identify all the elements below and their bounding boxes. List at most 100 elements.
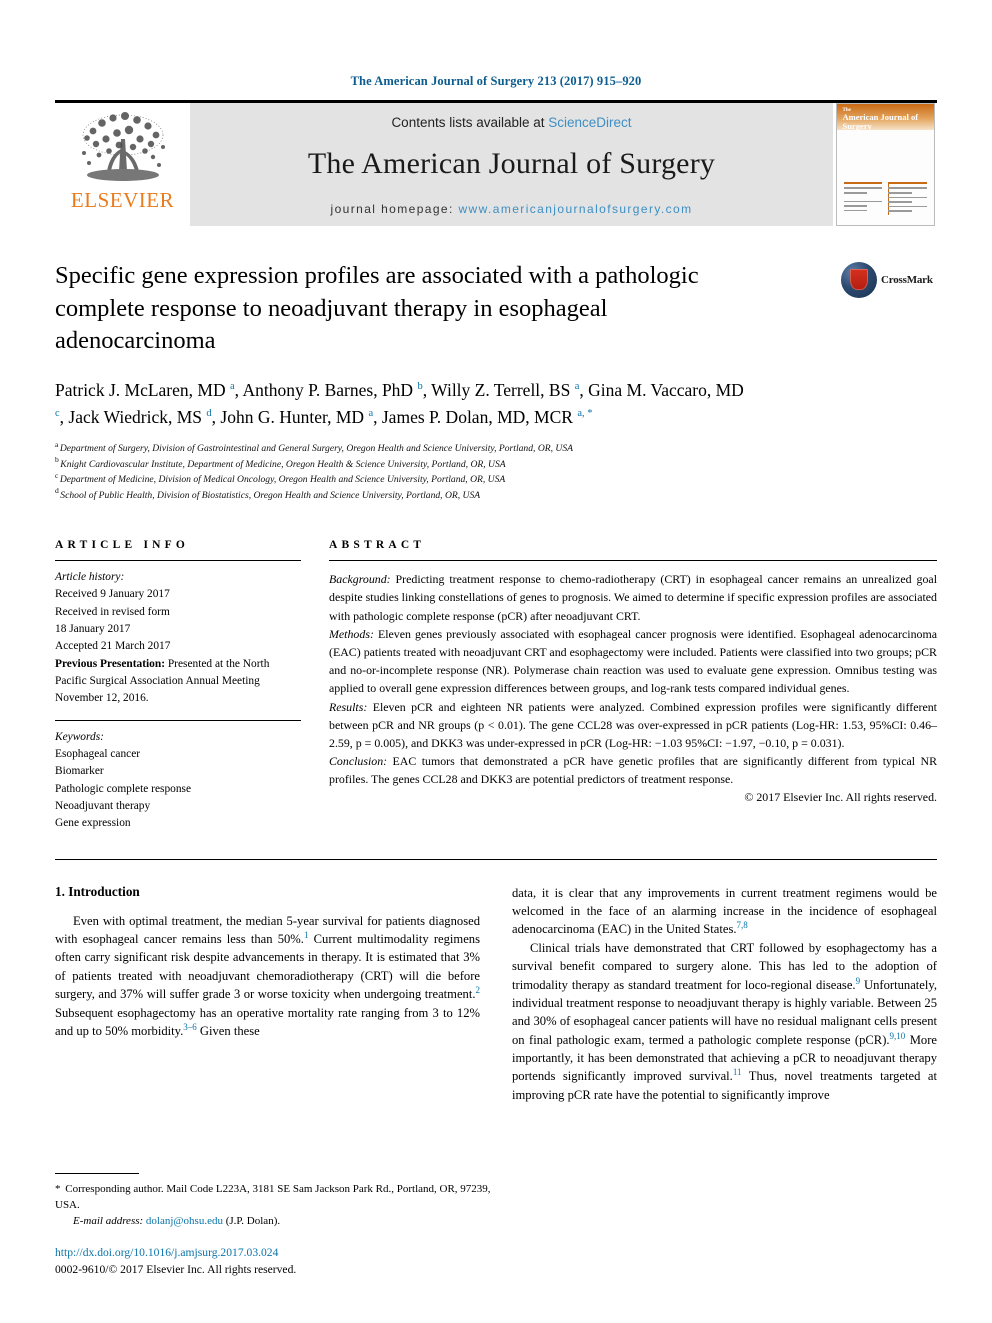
doi-block: http://dx.doi.org/10.1016/j.amjsurg.2017… — [55, 1245, 507, 1279]
keyword-item: Pathologic complete response — [55, 782, 192, 795]
affiliation-mark: a — [55, 439, 59, 449]
cover-left-lines — [843, 182, 882, 215]
corresponding-author-text: Corresponding author. Mail Code L223A, 3… — [55, 1183, 491, 1212]
keywords-lines: Esophageal cancer Biomarker Pathologic com… — [55, 746, 301, 833]
author-list: Patrick J. McLaren, MD a, Anthony P. Bar… — [55, 377, 755, 431]
affiliation-text: Department of Surgery, Division of Gastr… — [59, 442, 573, 454]
previous-presentation: Previous Presentation: Presented at the … — [55, 656, 301, 708]
affiliation-text: Knight Cardiovascular Institute, Departm… — [60, 458, 506, 470]
intro-paragraph-right-1: data, it is clear that any improvements … — [512, 884, 937, 939]
info-abstract-section: ARTICLE INFO Article history: Received 9… — [55, 539, 937, 833]
author-separator: , — [579, 379, 589, 400]
contents-prefix: Contents lists available at — [391, 115, 549, 130]
journal-cover-cell: The American Journal of Surgery — [833, 103, 937, 226]
issn-copyright-line: 0002-9610/© 2017 Elsevier Inc. All right… — [55, 1263, 297, 1277]
crossmark-badge[interactable]: CrossMark — [841, 260, 937, 298]
abstract-body: Background: Predicting treatment respons… — [329, 570, 937, 788]
body-separator-rule — [55, 858, 937, 860]
email-link[interactable]: dolanj@ohsu.edu — [146, 1215, 223, 1227]
article-history-line: 18 January 2017 — [55, 623, 131, 636]
keywords-rule — [55, 719, 301, 721]
contents-list-line: Contents lists available at ScienceDirec… — [391, 115, 631, 130]
keyword-item: Esophageal cancer — [55, 748, 141, 761]
crossmark-label: CrossMark — [881, 274, 933, 286]
journal-cover-thumbnail[interactable]: The American Journal of Surgery — [835, 103, 935, 226]
affiliation-item: b Knight Cardiovascular Institute, Depart… — [55, 456, 937, 473]
affiliation-text: School of Public Health, Division of Bio… — [60, 489, 481, 501]
abstract-section-label: Conclusion: — [329, 754, 388, 769]
author-name: Gina M. Vaccaro, MD — [588, 379, 744, 400]
abstract-section-text: Eleven pCR and eighteen NR patients were… — [329, 699, 937, 750]
email-label: E-mail address: — [73, 1215, 144, 1228]
citation-ref[interactable]: 2 — [476, 985, 481, 995]
body-text-run: Given these — [196, 1023, 260, 1038]
footnote-area: * Corresponding author. Mail Code L223A,… — [55, 1173, 507, 1279]
affiliation-item: a Department of Surgery, Division of Gast… — [55, 439, 937, 457]
keywords-block: Keywords: Esophageal cancer Biomarker Path… — [55, 729, 301, 833]
author-name: Patrick J. McLaren, MD — [55, 379, 230, 400]
citation-ref[interactable]: 9,10 — [890, 1031, 906, 1041]
citation-ref[interactable]: 7,8 — [737, 920, 748, 930]
cover-title-text: The American Journal of Surgery — [843, 108, 930, 132]
author-name: Jack Wiedrick, MS — [68, 406, 207, 427]
abstract-section-label: Methods: — [329, 626, 374, 641]
abstract-copyright: © 2017 Elsevier Inc. All rights reserved… — [744, 789, 937, 804]
affiliation-mark: c — [55, 470, 59, 480]
title-block: Specific gene expression profiles are as… — [55, 260, 937, 358]
body-text-run: data, it is clear that any improvements … — [512, 885, 937, 937]
affiliation-list: a Department of Surgery, Division of Gast… — [55, 439, 937, 504]
previous-presentation-label: Previous Presentation: — [55, 657, 165, 670]
article-history-line: Received 9 January 2017 — [55, 588, 170, 601]
page-title: Specific gene expression profiles are as… — [55, 262, 699, 355]
abstract-section-text: EAC tumors that demonstrated a pCR have … — [329, 754, 937, 787]
citation-ref[interactable]: 11 — [733, 1067, 742, 1077]
author-separator: , — [373, 406, 382, 427]
elsevier-tree-icon — [81, 112, 165, 181]
homepage-prefix: journal homepage: — [330, 202, 459, 216]
affiliation-item: c Department of Medicine, Division of Med… — [55, 472, 937, 488]
author-separator: , — [422, 379, 432, 400]
author-affiliation-mark: a, * — [577, 408, 593, 420]
cover-text-lines — [843, 182, 927, 215]
sciencedirect-link[interactable]: ScienceDirect — [548, 115, 631, 130]
intro-paragraph-left: Even with optimal treatment, the median … — [55, 912, 480, 1041]
affiliation-item: d School of Public Health, Division of Bi… — [55, 486, 937, 504]
abstract-section: Background: Predicting treatment respons… — [329, 570, 937, 625]
abstract-section: Conclusion: EAC tumors that demonstrated… — [329, 752, 937, 788]
abstract-section-text: Predicting treatment response to chemo-r… — [329, 572, 937, 623]
footnote-star: * — [55, 1183, 61, 1196]
abstract-column: ABSTRACT Background: Predicting treatmen… — [329, 539, 937, 833]
abstract-section-label: Results: — [329, 699, 368, 714]
author-name: Willy Z. Terrell, BS — [431, 379, 575, 400]
keyword-item: Biomarker — [55, 765, 104, 778]
running-head: The American Journal of Surgery 213 (201… — [350, 74, 642, 88]
email-suffix: (J.P. Dolan). — [222, 1215, 281, 1228]
affiliation-mark: d — [55, 486, 59, 496]
abstract-rule — [329, 560, 937, 562]
cover-right-lines — [888, 182, 927, 215]
citation-ref[interactable]: 3–6 — [183, 1022, 197, 1032]
title-container: Specific gene expression profiles are as… — [55, 260, 841, 358]
journal-title: The American Journal of Surgery — [307, 147, 716, 180]
author-name: Anthony P. Barnes, PhD — [242, 379, 418, 400]
article-history-line: Received in revised form — [55, 605, 170, 618]
journal-masthead: ELSEVIER Contents lists available at Sci… — [55, 100, 937, 226]
journal-banner: Contents lists available at ScienceDirec… — [190, 103, 833, 226]
doi-link[interactable]: http://dx.doi.org/10.1016/j.amjsurg.2017… — [55, 1245, 507, 1262]
paper-page: The American Journal of Surgery 213 (201… — [0, 0, 992, 1323]
crossmark-icon — [841, 262, 877, 298]
abstract-section: Results: Eleven pCR and eighteen NR pati… — [329, 698, 937, 753]
article-history-lines: Received 9 January 2017 Received in revis… — [55, 586, 301, 655]
body-column-left: 1. Introduction Even with optimal treatm… — [55, 884, 480, 1105]
email-note: E-mail address: dolanj@ohsu.edu (J.P. Do… — [55, 1213, 507, 1229]
homepage-url-link[interactable]: www.americanjournalofsurgery.com — [458, 202, 692, 216]
keywords-label: Keywords: — [55, 730, 104, 743]
journal-homepage-line: journal homepage: www.americanjournalofs… — [331, 202, 693, 216]
article-history-block: Article history: Received 9 January 2017… — [55, 569, 301, 708]
article-history-line: Accepted 21 March 2017 — [55, 640, 171, 653]
abstract-heading: ABSTRACT — [329, 539, 426, 552]
section-title-introduction: 1. Introduction — [55, 883, 140, 899]
corresponding-author-note: * Corresponding author. Mail Code L223A,… — [55, 1181, 507, 1213]
abstract-section-label: Background: — [329, 572, 391, 587]
author-name: James P. Dolan, MD, MCR — [381, 406, 578, 427]
